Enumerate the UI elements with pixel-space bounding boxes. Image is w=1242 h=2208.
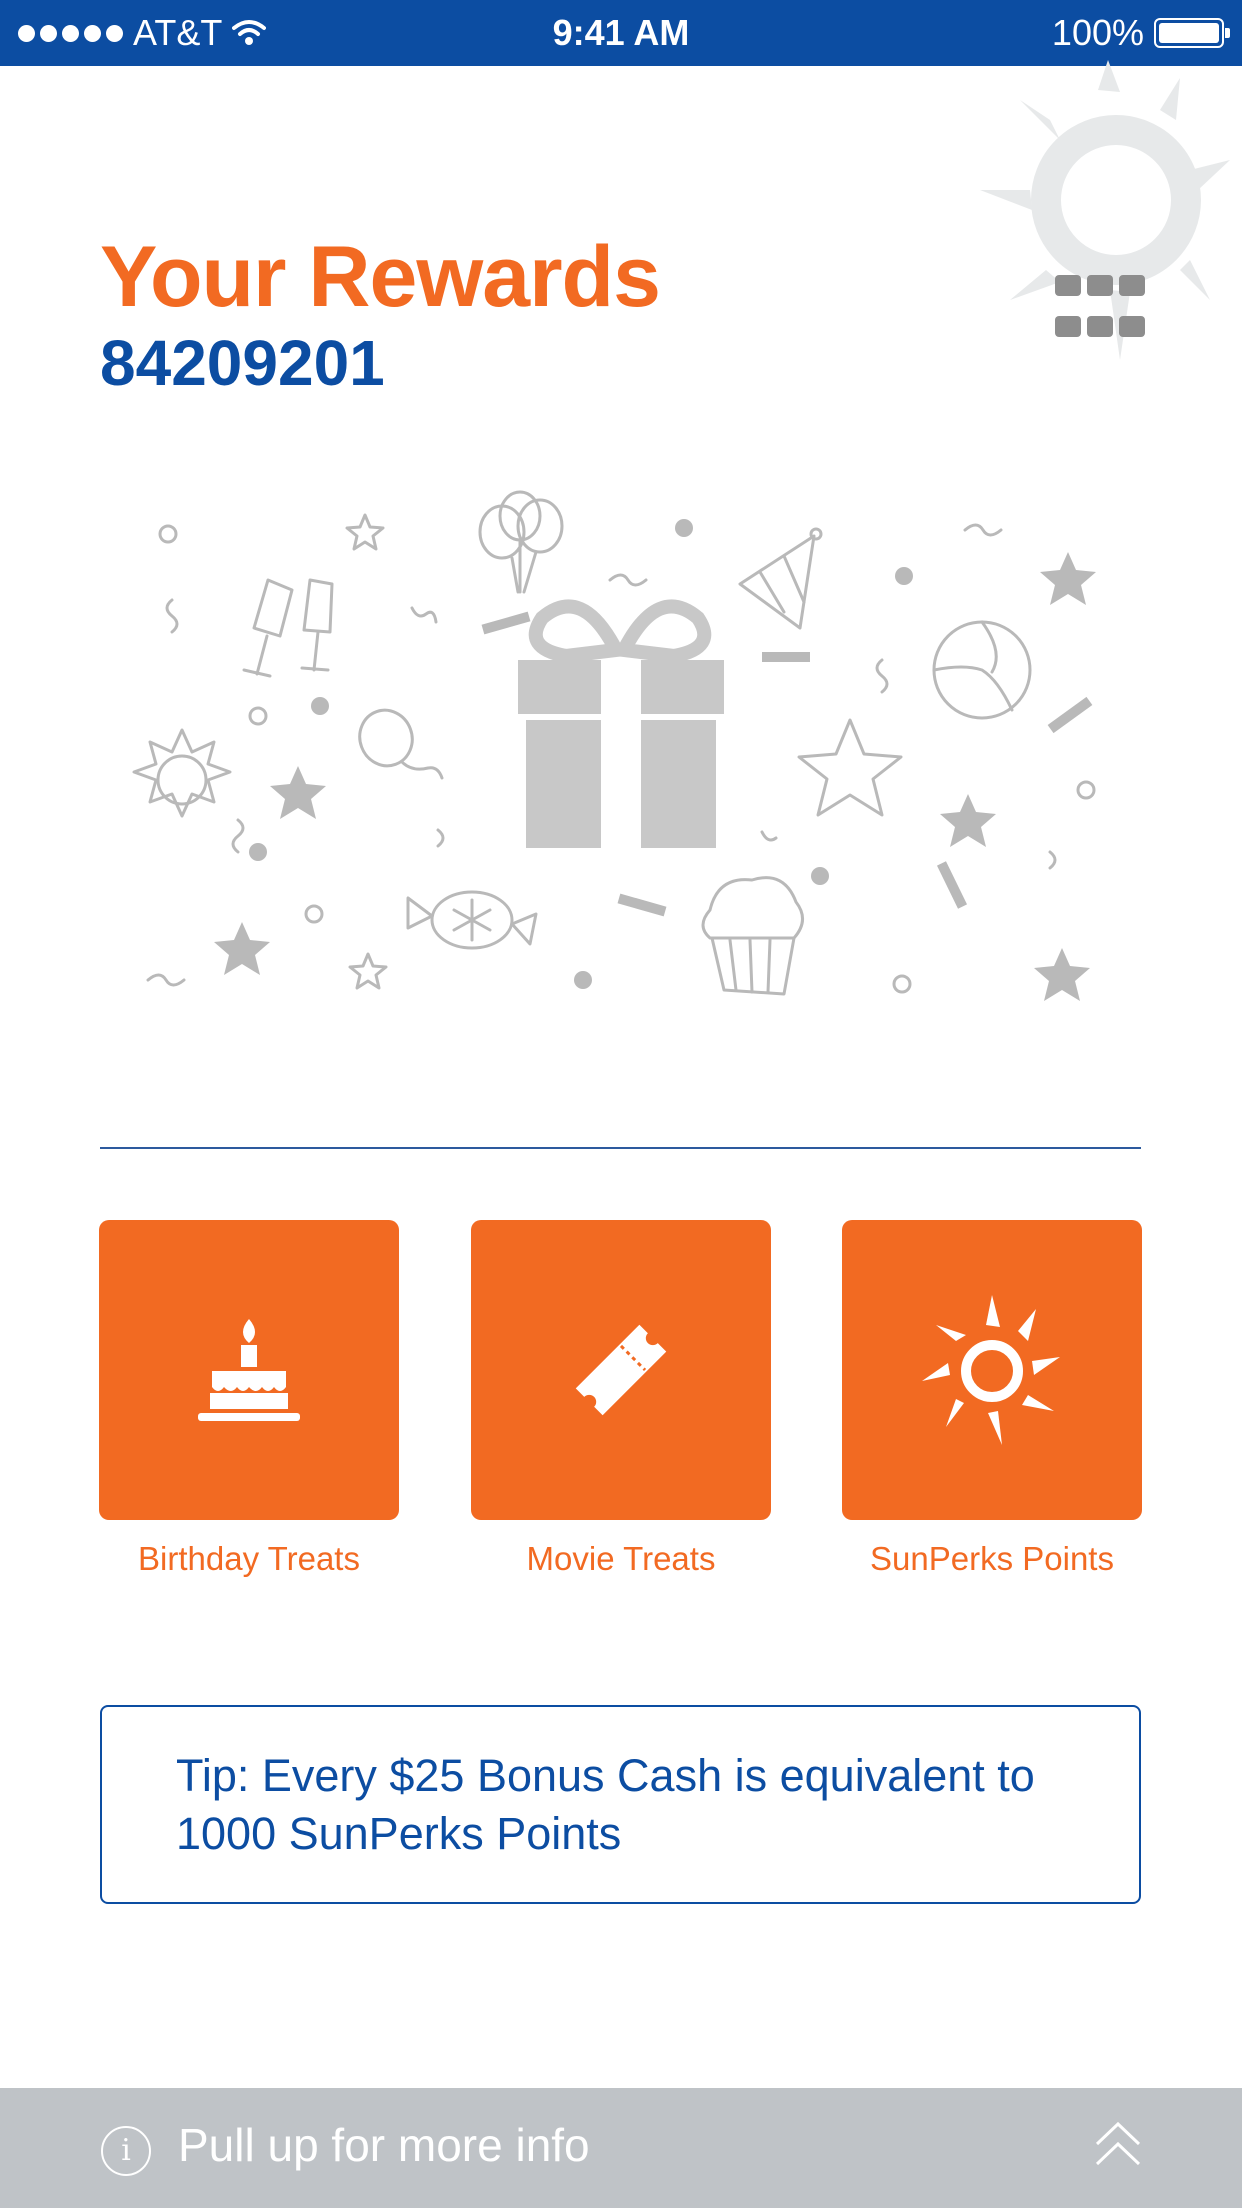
tip-box: Tip: Every $25 Bonus Cash is equivalent … xyxy=(100,1705,1141,1904)
sun-icon xyxy=(922,1295,1060,1445)
champagne-glasses-icon xyxy=(242,578,334,678)
page-title: Your Rewards xyxy=(100,229,661,325)
sunperks-points-label[interactable]: SunPerks Points xyxy=(822,1540,1162,1578)
pull-up-label: Pull up for more info xyxy=(178,2119,590,2171)
birthday-treats-label[interactable]: Birthday Treats xyxy=(79,1540,419,1578)
grid-icon xyxy=(1055,275,1081,296)
pull-up-bar[interactable]: i Pull up for more info xyxy=(0,2088,1242,2208)
sunperks-points-tile[interactable] xyxy=(842,1220,1142,1520)
section-divider xyxy=(100,1147,1141,1149)
battery-icon xyxy=(1154,18,1230,48)
status-right: 100% xyxy=(1051,0,1230,66)
cupcake-icon xyxy=(701,876,804,996)
beach-ball-icon xyxy=(932,620,1032,720)
movie-treats-label[interactable]: Movie Treats xyxy=(451,1540,791,1578)
battery-percentage: 100% xyxy=(1051,12,1144,53)
birthday-treats-tile[interactable] xyxy=(99,1220,399,1520)
sun-outline-icon xyxy=(132,728,232,818)
star-outline-icon xyxy=(345,513,385,551)
balloon-icon xyxy=(358,708,444,780)
status-bar: AT&T 9:41 AM 100% xyxy=(0,0,1242,66)
star-filled-icon xyxy=(1040,552,1096,605)
movie-treats-tile[interactable] xyxy=(471,1220,771,1520)
party-hat-icon xyxy=(738,527,823,630)
member-id: 84209201 xyxy=(100,327,385,399)
celebration-illustration xyxy=(132,490,1096,1001)
gift-box-icon xyxy=(518,599,724,848)
candy-icon xyxy=(406,890,538,950)
large-star-outline-icon xyxy=(797,718,903,817)
movie-ticket-icon xyxy=(575,1324,667,1416)
info-icon: i xyxy=(101,2126,151,2176)
birthday-cake-icon xyxy=(198,1319,300,1421)
double-chevron-up-icon[interactable] xyxy=(1093,2118,1143,2174)
menu-grid-button[interactable] xyxy=(1055,275,1145,351)
balloons-icon xyxy=(478,490,564,594)
tip-text: Tip: Every $25 Bonus Cash is equivalent … xyxy=(176,1749,1035,1859)
